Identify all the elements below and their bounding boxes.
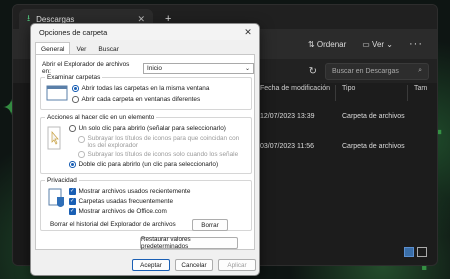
office-files-option[interactable]: ✓ Mostrar archivos de Office.com [69, 208, 167, 215]
dialog-title-bar: Opciones de carpeta ✕ [31, 24, 259, 40]
show-recent-files-option[interactable]: ✓ Mostrar archivos usados recientemente [69, 188, 190, 195]
sort-label: Ordenar [316, 39, 347, 49]
details-view-icon[interactable] [404, 247, 414, 257]
apply-button[interactable]: Aplicar [218, 259, 256, 271]
clear-history-button[interactable]: Borrar [192, 219, 228, 231]
more-options-button[interactable]: ··· [409, 38, 423, 50]
search-icon: ⌕ [418, 67, 422, 74]
sort-icon: ⇅ [307, 39, 317, 49]
browse-folders-legend: Examinar carpetas [47, 74, 101, 81]
browse-folders-group: Examinar carpetas [40, 74, 252, 110]
click-actions-legend: Acciones al hacer clic en un elemento [47, 114, 155, 121]
cancel-button[interactable]: Cancelar [175, 259, 213, 271]
checkbox-checked[interactable]: ✓ [69, 208, 76, 215]
file-row[interactable]: 03/07/2023 11:56 Carpeta de archivos [253, 143, 437, 157]
open-explorer-value: Inicio [147, 64, 162, 72]
file-row[interactable]: 12/07/2023 13:39 Carpeta de archivos [253, 113, 437, 127]
file-list-header: Fecha de modificación Tipo Tam [253, 85, 437, 101]
radio-unselected[interactable] [72, 96, 79, 103]
radio-selected[interactable] [72, 85, 79, 92]
option-label: Mostrar archivos usados recientemente [78, 188, 191, 195]
radio-disabled[interactable] [78, 136, 85, 143]
clear-history-label: Borrar el historial del Explorador de ar… [50, 221, 176, 228]
option-label: Abrir todas las carpetas en la misma ven… [81, 85, 210, 92]
chevron-down-icon: ⌄ [386, 39, 393, 49]
option-label: Un solo clic para abrirlo (señalar para … [78, 125, 226, 132]
open-explorer-row: Abrir el Explorador de archivos en: Inic… [42, 61, 254, 75]
radio-selected[interactable] [69, 161, 76, 168]
column-header-size[interactable]: Tam [407, 85, 437, 101]
radio-disabled[interactable] [78, 151, 85, 158]
refresh-icon[interactable]: ↻ [309, 66, 317, 77]
option-label: Doble clic para abrirlo (un clic para se… [78, 161, 219, 168]
single-click-option[interactable]: Un solo clic para abrirlo (señalar para … [69, 125, 226, 132]
row-type: Carpeta de archivos [342, 113, 405, 120]
ok-button[interactable]: Aceptar [132, 259, 170, 271]
open-explorer-select[interactable]: Inicio ⌄ [143, 62, 254, 74]
search-input[interactable]: Buscar en Descargas ⌕ [325, 62, 429, 80]
mouse-pointer-icon [47, 126, 61, 150]
search-placeholder: Buscar en Descargas [332, 67, 399, 75]
option-label: Abrir cada carpeta en ventanas diferente… [81, 96, 201, 103]
row-date: 03/07/2023 11:56 [260, 143, 314, 150]
folder-window-icon [46, 85, 68, 101]
sort-button[interactable]: ⇅ Ordenar [308, 40, 346, 49]
option-label: Carpetas usadas frecuentemente [78, 198, 174, 205]
double-click-option[interactable]: Doble clic para abrirlo (un clic para se… [69, 161, 218, 168]
view-label: Ver [372, 39, 385, 49]
browse-new-window-option[interactable]: Abrir cada carpeta en ventanas diferente… [72, 96, 200, 103]
view-icon: ▭ [362, 39, 373, 49]
checkbox-checked[interactable]: ✓ [69, 198, 76, 205]
general-tab-panel: Abrir el Explorador de archivos en: Inic… [35, 54, 255, 250]
row-type: Carpeta de archivos [342, 143, 405, 150]
tiles-view-icon[interactable] [417, 247, 427, 257]
underline-always-option[interactable]: Subrayar los títulos de iconos para que … [78, 135, 246, 149]
clear-history-text: Borrar el historial del Explorador de ar… [50, 221, 176, 228]
chevron-down-icon: ⌄ [244, 65, 250, 72]
view-toggle [404, 247, 427, 257]
row-date: 12/07/2023 13:39 [260, 113, 315, 120]
column-header-date[interactable]: Fecha de modificación [253, 85, 335, 101]
close-icon[interactable]: ✕ [237, 27, 259, 38]
open-explorer-label: Abrir el Explorador de archivos en: [42, 61, 130, 75]
view-button[interactable]: ▭ Ver ⌄ [362, 40, 393, 49]
checkbox-checked[interactable]: ✓ [69, 188, 76, 195]
frequent-folders-option[interactable]: ✓ Carpetas usadas frecuentemente [69, 198, 173, 205]
browse-same-window-option[interactable]: Abrir todas las carpetas en la misma ven… [72, 85, 209, 92]
option-label: Subrayar los títulos de iconos para que … [87, 135, 240, 149]
column-header-type[interactable]: Tipo [335, 85, 407, 101]
privacy-legend: Privacidad [47, 177, 77, 184]
underline-hover-option[interactable]: Subrayar los títulos de iconos solo cuan… [78, 151, 238, 158]
privacy-shield-icon [48, 188, 64, 207]
radio-unselected[interactable] [69, 125, 76, 132]
restore-defaults-button[interactable]: Restaurar valores predeterminados [140, 236, 238, 250]
folder-options-dialog: Opciones de carpeta ✕ General Ver Buscar… [30, 23, 260, 276]
option-label: Subrayar los títulos de iconos solo cuan… [87, 151, 239, 158]
option-label: Mostrar archivos de Office.com [78, 208, 167, 215]
dialog-title: Opciones de carpeta [39, 27, 108, 37]
